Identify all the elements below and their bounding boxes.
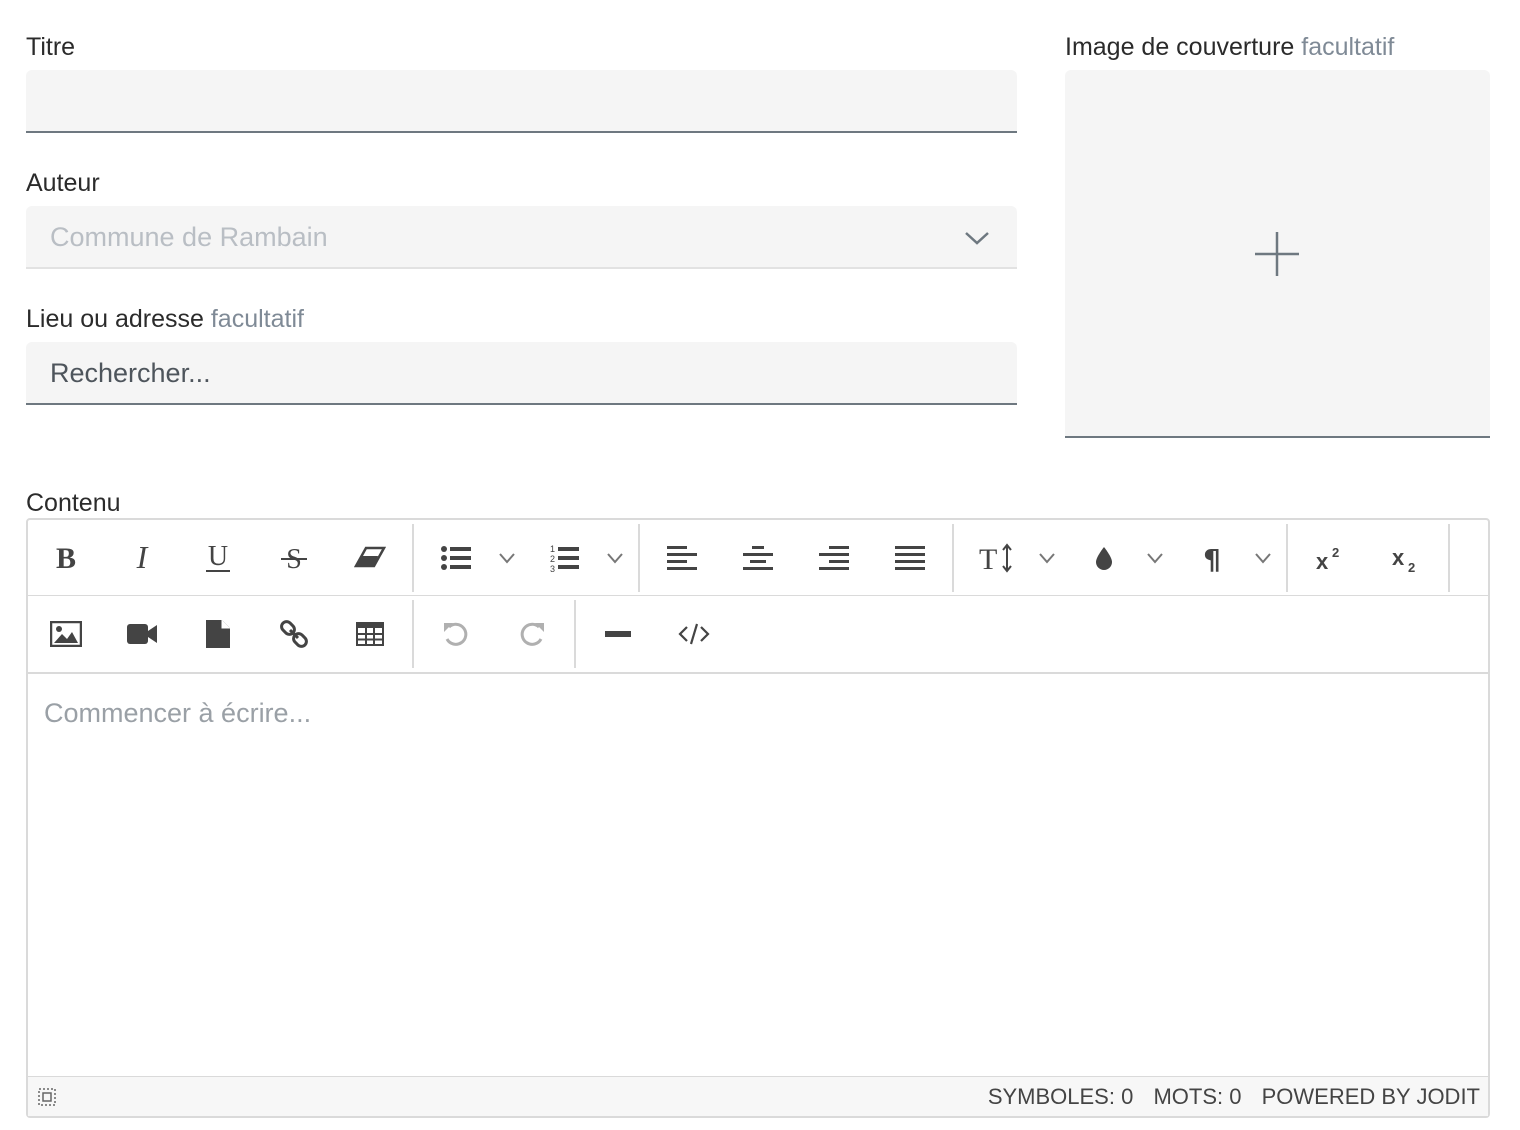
text-color-icon[interactable] xyxy=(1074,528,1134,588)
plus-icon xyxy=(1255,232,1299,276)
editor-toolbar-row-1: B I U S 123 T ¶ x 2 x 2 xyxy=(28,520,1488,596)
toolbar-separator xyxy=(574,600,576,668)
toolbar-separator xyxy=(1448,524,1450,592)
location-optional-tag: facultatif xyxy=(210,305,304,333)
font-size-icon[interactable]: T xyxy=(966,528,1026,588)
italic-icon[interactable]: I xyxy=(112,528,172,588)
source-code-icon[interactable] xyxy=(664,604,724,664)
superscript-icon[interactable]: x2 xyxy=(1300,528,1360,588)
paragraph-dropdown-chevron-icon[interactable] xyxy=(1246,528,1280,588)
symbol-count: SYMBOLES: 0 xyxy=(987,1084,1134,1109)
redo-icon[interactable] xyxy=(502,604,562,664)
horizontal-rule-icon[interactable] xyxy=(588,604,648,664)
title-input[interactable] xyxy=(26,70,1017,133)
powered-by-link[interactable]: POWERED BY JODIT xyxy=(1262,1084,1480,1109)
image-icon[interactable] xyxy=(36,604,96,664)
eraser-icon[interactable] xyxy=(340,528,400,588)
subscript-icon[interactable]: x2 xyxy=(1376,528,1436,588)
align-justify-icon[interactable] xyxy=(880,528,940,588)
toolbar-separator xyxy=(638,524,640,592)
content-label: Contenu xyxy=(26,489,121,517)
numbered-list-dropdown-chevron-icon[interactable] xyxy=(598,528,632,588)
chevron-down-icon xyxy=(965,232,989,245)
svg-text:B: B xyxy=(56,543,76,573)
svg-text:I: I xyxy=(136,543,149,573)
bold-icon[interactable]: B xyxy=(36,528,96,588)
toolbar-separator xyxy=(412,524,414,592)
table-icon[interactable] xyxy=(340,604,400,664)
paragraph-icon[interactable]: ¶ xyxy=(1182,528,1242,588)
author-select-value: Commune de Rambain xyxy=(50,222,328,252)
rich-text-editor: B I U S 123 T ¶ x 2 x 2 Commencer à écri… xyxy=(26,518,1490,1118)
word-count: MOTS: 0 xyxy=(1153,1084,1242,1109)
select-all-icon[interactable] xyxy=(38,1088,56,1106)
align-left-icon[interactable] xyxy=(652,528,712,588)
location-search-input[interactable]: Rechercher... xyxy=(26,342,1017,405)
strikethrough-icon[interactable]: S xyxy=(264,528,324,588)
editor-statusbar: SYMBOLES: 0 MOTS: 0 POWERED BY JODIT xyxy=(28,1076,1488,1116)
svg-text:T: T xyxy=(979,543,997,573)
editor-content-area[interactable]: Commencer à écrire... xyxy=(28,674,1488,1078)
editor-placeholder: Commencer à écrire... xyxy=(44,698,312,728)
cover-image-upload[interactable] xyxy=(1065,70,1490,438)
toolbar-separator xyxy=(412,600,414,668)
cover-image-label: Image de couverture facultatif xyxy=(1065,33,1395,61)
location-search-placeholder: Rechercher... xyxy=(50,358,211,388)
svg-text:3: 3 xyxy=(550,564,555,573)
svg-text:2: 2 xyxy=(550,554,555,564)
svg-text:2: 2 xyxy=(1408,560,1415,573)
bullet-list-dropdown-chevron-icon[interactable] xyxy=(490,528,524,588)
svg-text:x: x xyxy=(1392,545,1405,570)
file-icon[interactable] xyxy=(188,604,248,664)
underline-icon[interactable]: U xyxy=(188,528,248,588)
video-icon[interactable] xyxy=(112,604,172,664)
author-select[interactable]: Commune de Rambain xyxy=(26,206,1017,269)
svg-text:1: 1 xyxy=(550,544,555,554)
title-label: Titre xyxy=(26,33,76,61)
cover-optional-tag: facultatif xyxy=(1301,33,1395,61)
numbered-list-icon[interactable]: 123 xyxy=(534,528,594,588)
link-icon[interactable] xyxy=(264,604,324,664)
editor-toolbar-row-2 xyxy=(28,596,1488,674)
align-right-icon[interactable] xyxy=(804,528,864,588)
bullet-list-icon[interactable] xyxy=(426,528,486,588)
toolbar-separator xyxy=(1286,524,1288,592)
align-center-icon[interactable] xyxy=(728,528,788,588)
text-color-dropdown-chevron-icon[interactable] xyxy=(1138,528,1172,588)
undo-icon[interactable] xyxy=(426,604,486,664)
svg-text:¶: ¶ xyxy=(1203,543,1221,573)
location-label: Lieu ou adresse facultatif xyxy=(26,305,304,333)
svg-text:x: x xyxy=(1316,549,1329,573)
toolbar-separator xyxy=(952,524,954,592)
author-label: Auteur xyxy=(26,169,100,197)
svg-text:2: 2 xyxy=(1332,545,1339,560)
svg-text:U: U xyxy=(208,542,228,572)
font-size-dropdown-chevron-icon[interactable] xyxy=(1030,528,1064,588)
